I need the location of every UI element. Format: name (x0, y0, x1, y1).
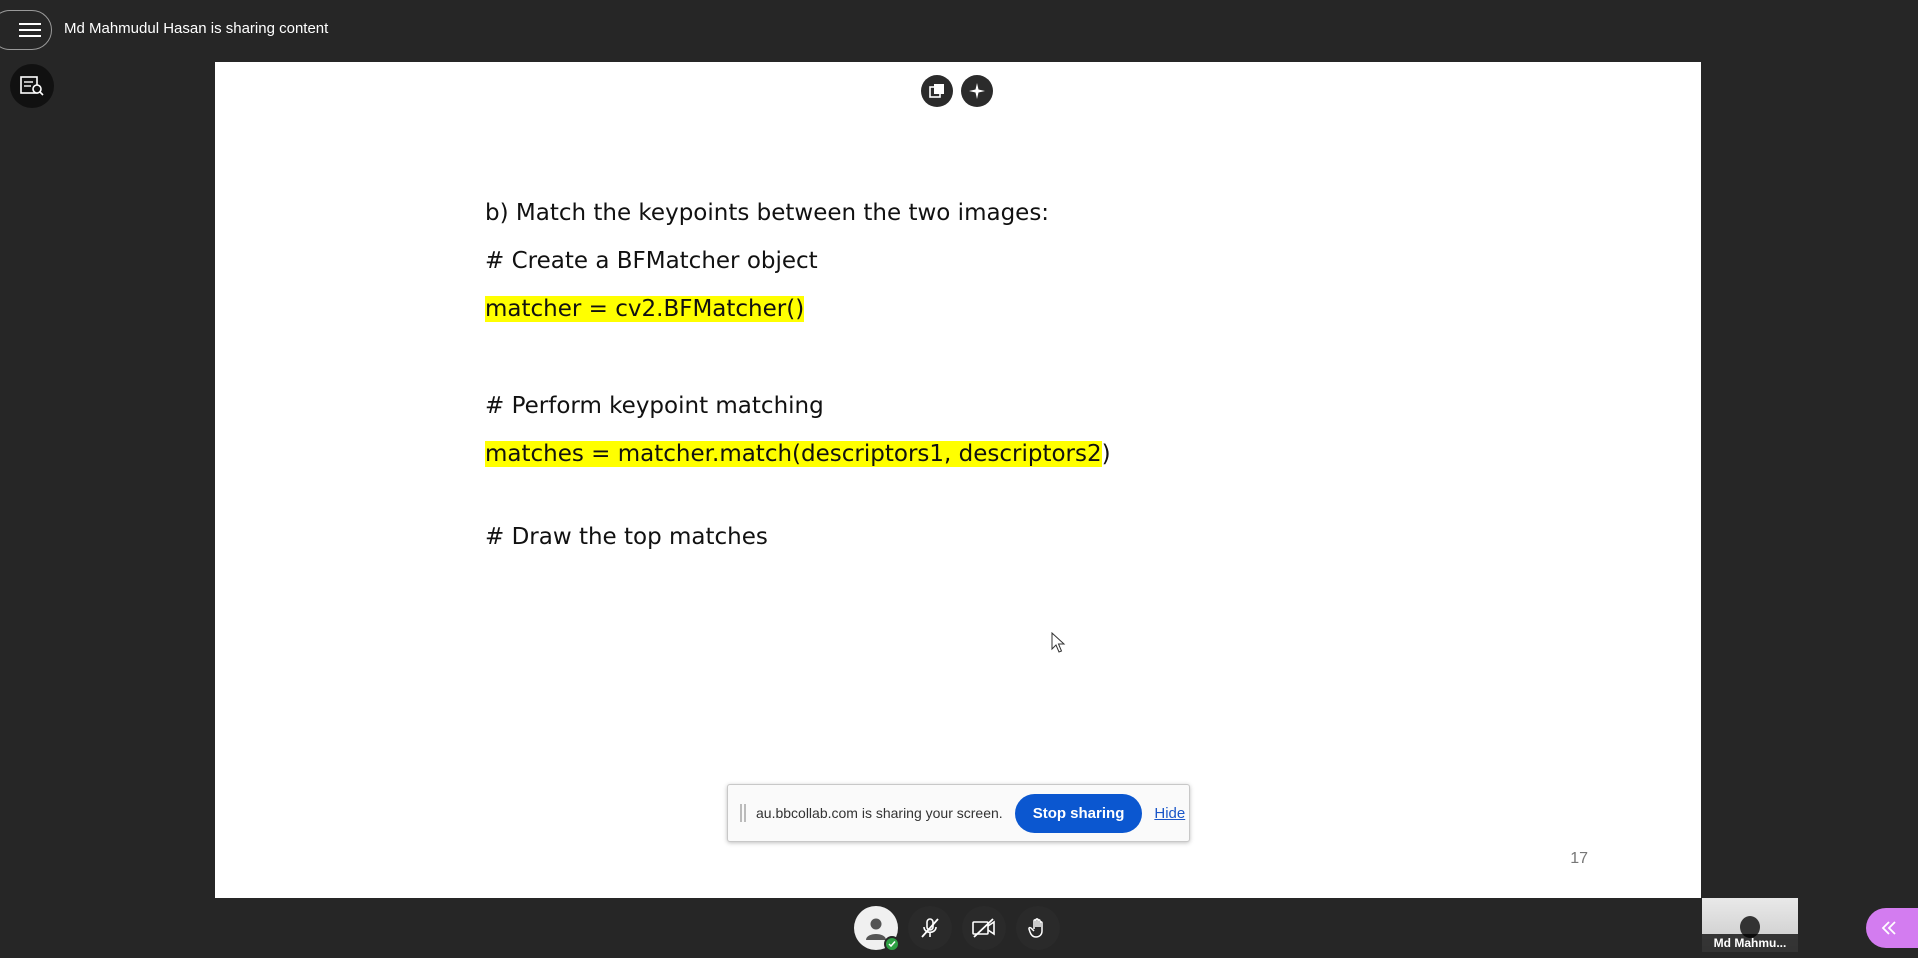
mouse-cursor-icon (1051, 632, 1066, 653)
slide-line-comment: # Create a BFMatcher object (485, 248, 818, 274)
microphone-toggle[interactable] (908, 906, 952, 950)
sparkle-icon (969, 83, 985, 99)
session-controls (854, 906, 1060, 952)
microphone-muted-icon (921, 918, 939, 938)
slide-line-comment: # Perform keypoint matching (485, 393, 824, 419)
shared-slide: b) Match the keypoints between the two i… (215, 62, 1701, 898)
participant-video-tile[interactable]: Md Mahmu... (1702, 898, 1798, 952)
hide-link[interactable]: Hide (1154, 805, 1185, 822)
camera-off-icon (972, 918, 995, 938)
pop-out-icon (929, 84, 944, 98)
stop-sharing-button[interactable]: Stop sharing (1014, 793, 1143, 833)
camera-toggle[interactable] (962, 906, 1006, 950)
my-status-button[interactable] (854, 906, 900, 952)
slide-line-comment: # Draw the top matches (485, 524, 768, 550)
slide-line-code: matches = matcher.match(descriptors1, de… (485, 438, 1111, 470)
code-tail: ) (1101, 441, 1111, 467)
collaborate-session: Md Mahmudul Hasan is sharing content b) … (0, 0, 1918, 958)
raise-hand-button[interactable] (1016, 906, 1060, 950)
hamburger-icon (19, 23, 41, 37)
open-collaborate-panel-button[interactable] (1866, 908, 1918, 948)
avatar-icon (866, 918, 886, 940)
highlighted-code: matches = matcher.match(descriptors1, de… (485, 441, 1102, 467)
share-message: au.bbcollab.com is sharing your screen. (756, 805, 1003, 821)
slide-tools (921, 75, 993, 107)
highlighted-code: matcher = cv2.BFMatcher() (485, 296, 805, 322)
raise-hand-icon (1028, 918, 1043, 938)
screen-share-notification: au.bbcollab.com is sharing your screen. … (727, 784, 1190, 842)
ai-assist-button[interactable] (961, 75, 993, 107)
drag-handle[interactable] (740, 804, 746, 822)
slide-line-code: matcher = cv2.BFMatcher() (485, 293, 805, 325)
participant-name: Md Mahmu... (1702, 934, 1798, 952)
status-ok-badge (884, 936, 900, 952)
check-icon (888, 941, 896, 948)
sharing-title: Md Mahmudul Hasan is sharing content (64, 20, 329, 37)
chevron-double-left-icon (1881, 921, 1896, 935)
pop-out-button[interactable] (921, 75, 953, 107)
slide-line-heading: b) Match the keypoints between the two i… (485, 200, 1050, 226)
captions-button[interactable] (10, 64, 54, 108)
session-menu-button[interactable] (0, 10, 52, 50)
slide-page-number: 17 (1570, 850, 1588, 867)
captions-search-icon (20, 76, 44, 96)
